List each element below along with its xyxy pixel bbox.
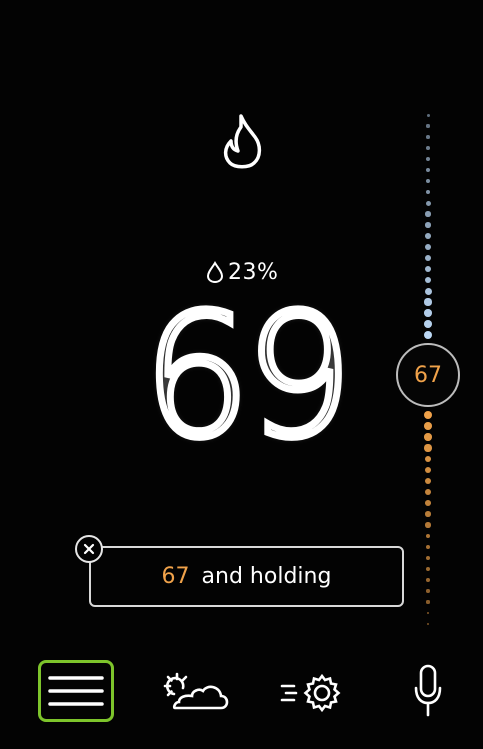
slider-dot bbox=[426, 622, 430, 626]
menu-icon bbox=[48, 676, 104, 706]
slider-dot bbox=[424, 466, 432, 474]
slider-dot bbox=[425, 233, 431, 239]
slider-dot bbox=[426, 146, 430, 150]
slider-dot bbox=[426, 113, 430, 117]
slider-dot bbox=[424, 320, 432, 328]
slider-dot bbox=[426, 124, 430, 128]
slider-dot bbox=[425, 211, 431, 217]
slider-dot bbox=[424, 309, 432, 317]
flame-icon bbox=[219, 113, 265, 171]
slider-dot bbox=[425, 167, 431, 173]
settings-button[interactable] bbox=[278, 660, 348, 722]
weather-button[interactable] bbox=[157, 660, 231, 722]
setpoint-thumb[interactable]: 67 bbox=[396, 343, 460, 407]
slider-dot bbox=[425, 222, 431, 228]
slider-dot bbox=[425, 555, 431, 561]
hold-label: and holding bbox=[201, 564, 332, 589]
slider-dot bbox=[425, 178, 431, 184]
slider-dot bbox=[424, 433, 432, 441]
slider-dot bbox=[425, 533, 431, 539]
settings-icon bbox=[280, 673, 341, 713]
slider-dot bbox=[424, 488, 431, 495]
slider-dot bbox=[425, 511, 431, 517]
slider-dot bbox=[425, 500, 431, 506]
slider-dot bbox=[424, 254, 432, 262]
slider-dot bbox=[425, 566, 431, 572]
slider-dot bbox=[425, 544, 431, 550]
slider-dot bbox=[426, 578, 430, 582]
weather-icon bbox=[163, 672, 229, 710]
slider-dot bbox=[426, 600, 430, 604]
slider-dot bbox=[424, 422, 432, 430]
slider-dot bbox=[425, 522, 431, 528]
current-temperature: 69 bbox=[139, 278, 356, 476]
setpoint-value: 67 bbox=[414, 362, 442, 388]
slider-dot bbox=[424, 265, 432, 273]
menu-button[interactable] bbox=[38, 660, 114, 722]
hold-banner[interactable]: 67 and holding bbox=[89, 546, 404, 607]
slider-dot bbox=[426, 611, 430, 615]
slider-dot bbox=[424, 276, 432, 284]
slider-dot bbox=[426, 589, 430, 593]
slider-dot bbox=[424, 411, 432, 419]
slider-dot bbox=[425, 189, 431, 195]
cancel-hold-button[interactable] bbox=[75, 535, 103, 563]
close-icon bbox=[83, 543, 95, 555]
slider-dot bbox=[425, 200, 431, 206]
hold-setpoint: 67 bbox=[161, 564, 190, 589]
slider-dot bbox=[424, 298, 432, 306]
slider-dot bbox=[424, 455, 432, 463]
voice-button[interactable] bbox=[405, 660, 451, 722]
slider-dot bbox=[426, 157, 430, 161]
slider-dot bbox=[426, 135, 430, 139]
slider-dot bbox=[424, 331, 432, 339]
thermostat-screen: 23% 69 67 67 and holding bbox=[0, 0, 483, 749]
slider-dot bbox=[424, 287, 432, 295]
microphone-icon bbox=[414, 664, 442, 717]
slider-dot bbox=[424, 444, 432, 452]
slider-dot bbox=[425, 244, 431, 250]
slider-dot bbox=[424, 477, 432, 485]
